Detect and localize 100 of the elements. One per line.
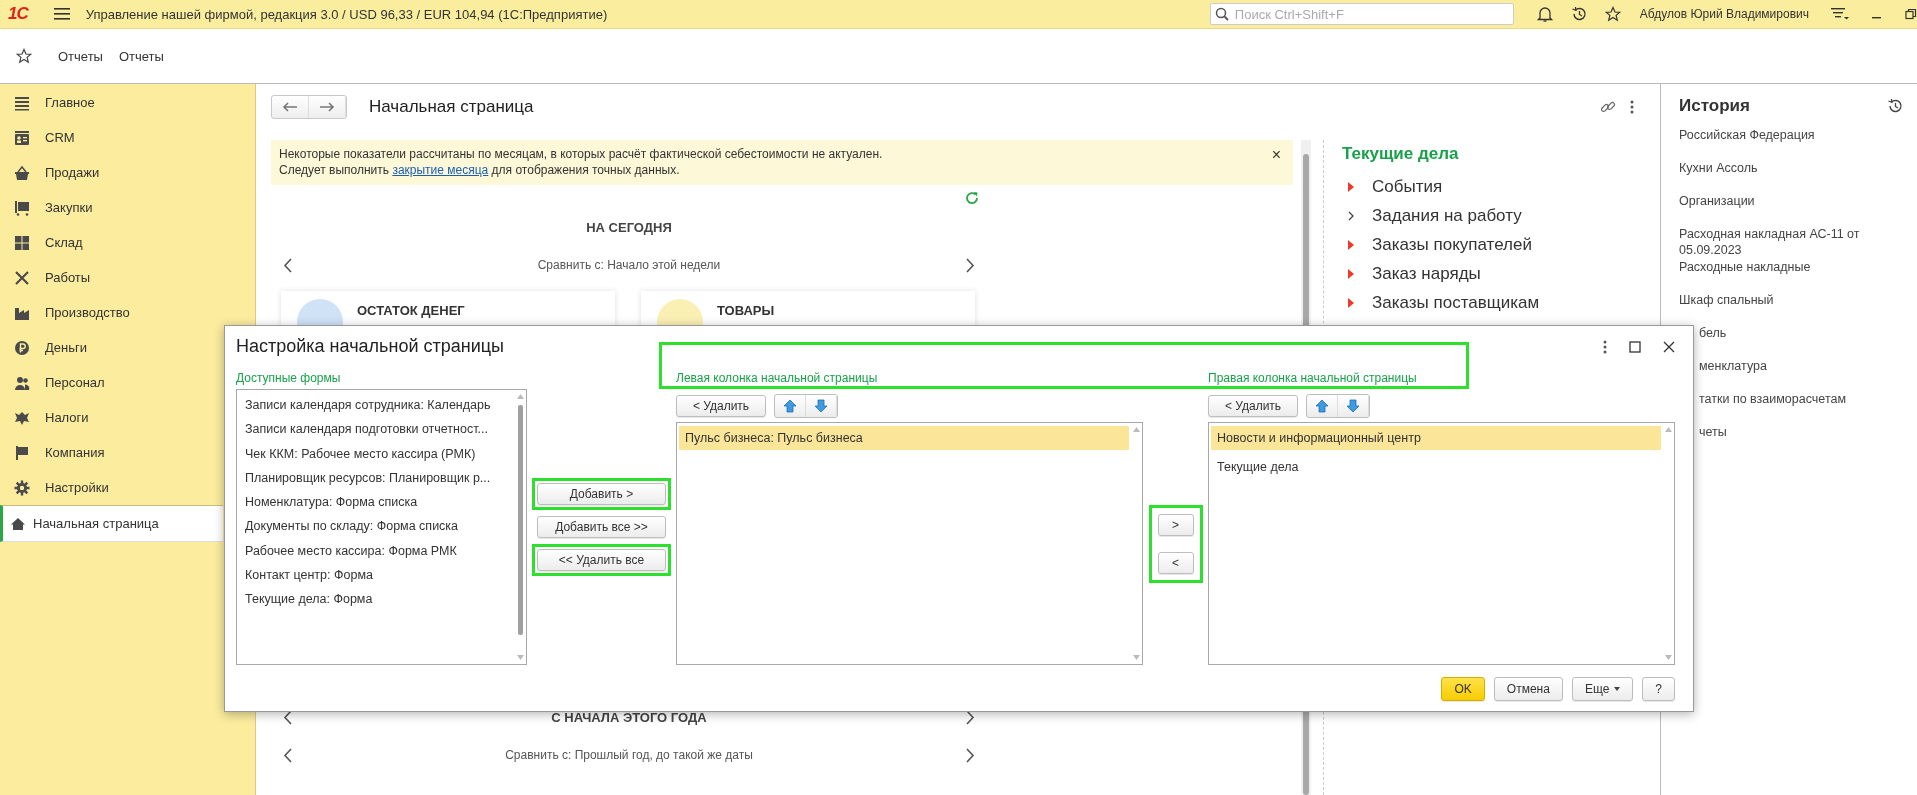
move-button[interactable]: > xyxy=(1157,513,1194,536)
list-item[interactable]: Новости и информационный центр xyxy=(1211,426,1661,450)
scroll-up-icon xyxy=(1665,427,1672,432)
maximize-icon[interactable] xyxy=(1629,340,1641,353)
section-heading: С НАЧАЛА ЭТОГО ГОДА xyxy=(550,709,708,725)
sidebar-item[interactable]: Склад xyxy=(0,225,255,260)
history-link[interactable]: Расходные накладные xyxy=(1679,259,1903,275)
emblem-icon xyxy=(14,409,30,426)
card-title: ОСТАТОК ДЕНЕГ xyxy=(357,303,465,318)
task-item[interactable]: Задания на работу xyxy=(1342,201,1540,230)
compare-text: Сравнить с: Прошлый год, до такой же даты xyxy=(504,748,754,762)
history-title: История xyxy=(1679,96,1750,116)
settings-lines-icon[interactable] xyxy=(1831,7,1849,21)
remove-button[interactable]: < Удалить xyxy=(676,394,766,417)
triangle-icon xyxy=(1347,296,1355,309)
lines-icon xyxy=(14,94,30,111)
basket-icon xyxy=(14,164,30,181)
action-button[interactable]: Добавить все >> xyxy=(537,516,666,538)
scroll-up-icon xyxy=(1133,427,1140,432)
section-heading: НА СЕГОДНЯ xyxy=(585,219,673,235)
column-label: Левая колонка начальной страницы xyxy=(676,370,879,387)
history-link[interactable]: Организации xyxy=(1679,193,1903,209)
sidebar-item[interactable]: Работы xyxy=(0,260,255,295)
footer-button[interactable]: OK xyxy=(1441,677,1485,701)
scroll-up-icon xyxy=(517,394,524,399)
history-link[interactable]: менклатура xyxy=(1699,358,1903,374)
triangle-icon xyxy=(1347,180,1355,193)
user-name[interactable]: Абдулов Юрий Владимирович xyxy=(1639,7,1809,21)
more-icon[interactable] xyxy=(1603,339,1607,354)
list-item[interactable]: Рабочее место кассира: Форма РМК xyxy=(239,538,513,564)
sidebar-item[interactable]: CRM xyxy=(0,120,255,155)
list-item[interactable]: Планировщик ресурсов: Планировщик р... xyxy=(239,465,513,491)
scroll-down-icon xyxy=(1665,655,1672,660)
search-field[interactable]: Поиск Ctrl+Shift+F xyxy=(1209,3,1514,25)
task-item[interactable]: Заказ наряды xyxy=(1342,259,1540,288)
triangle-icon xyxy=(1347,238,1355,251)
sidebar-item[interactable]: Главное xyxy=(0,85,255,120)
action-button[interactable]: Добавить > xyxy=(537,483,666,505)
list-item[interactable]: Записи календаря подготовки отчетност... xyxy=(239,417,513,442)
search-icon xyxy=(1214,7,1229,21)
chevron-left-icon[interactable] xyxy=(283,257,293,273)
more-icon[interactable] xyxy=(1630,99,1634,114)
sidebar-item[interactable]: Продажи xyxy=(0,155,255,190)
refresh-icon[interactable] xyxy=(965,191,979,205)
list-item[interactable]: Текущие дела xyxy=(1211,455,1661,479)
notice-text: Некоторые показатели рассчитаны по месяцам, в которых расчёт фактической себестоимости не актуален. xyxy=(279,146,884,162)
chevron-left-icon[interactable] xyxy=(283,747,293,763)
sidebar-item[interactable]: Закупки xyxy=(0,190,255,225)
list-item[interactable]: Контакт центр: Форма xyxy=(239,563,513,588)
footer-button[interactable]: Отмена xyxy=(1493,677,1563,701)
ruble-coin-icon xyxy=(14,339,30,356)
list-item[interactable]: Записи календаря сотрудника: Календарь xyxy=(239,393,513,418)
chevron-right-icon xyxy=(1347,209,1355,222)
move-button[interactable]: < xyxy=(1157,551,1194,574)
history-link[interactable]: Шкаф спальный xyxy=(1679,292,1903,308)
flag-icon xyxy=(14,444,30,461)
page-title: Начальная страница xyxy=(369,96,534,117)
history-link[interactable]: четы xyxy=(1699,424,1903,440)
toolbar-link[interactable]: Отчеты xyxy=(58,48,103,64)
id-card-icon xyxy=(14,129,30,146)
scroll-down-icon xyxy=(517,655,524,660)
sidebar-item[interactable]: Начальная страница xyxy=(0,505,223,542)
sidebar-item[interactable]: Производство xyxy=(0,295,255,330)
list-item[interactable]: Пульс бизнеса: Пульс бизнеса xyxy=(679,426,1129,450)
people-icon xyxy=(14,374,30,391)
history-icon[interactable] xyxy=(1570,6,1587,22)
star-icon[interactable] xyxy=(1604,6,1621,22)
card-title: ТОВАРЫ xyxy=(717,303,775,318)
grid-icon xyxy=(14,234,30,251)
task-item[interactable]: Заказы поставщикам xyxy=(1342,288,1540,317)
task-item[interactable]: Заказы покупателей xyxy=(1342,230,1540,259)
footer-button[interactable]: Еще xyxy=(1571,677,1634,701)
list-item[interactable]: Чек ККМ: Рабочее место кассира (РМК) xyxy=(239,441,513,466)
restore-icon[interactable] xyxy=(1905,8,1917,20)
cart-icon xyxy=(14,199,30,216)
caret-icon xyxy=(1614,687,1621,691)
footer-button[interactable]: ? xyxy=(1642,677,1675,701)
history-link[interactable]: Кухни Ассоль xyxy=(1679,160,1903,176)
history-link[interactable]: татки по взаиморасчетам xyxy=(1699,391,1903,407)
chevron-right-icon[interactable] xyxy=(965,257,975,273)
star-icon[interactable] xyxy=(16,48,32,64)
menu-icon[interactable] xyxy=(53,7,70,21)
chevron-right-icon[interactable] xyxy=(965,747,975,763)
history-icon[interactable] xyxy=(1887,98,1903,114)
history-link[interactable]: Расходная накладная АС-11 от 05.09.2023 xyxy=(1679,226,1903,258)
dialog-title: Настройка начальной страницы xyxy=(236,336,504,357)
list-item[interactable]: Номенклатура: Форма списка xyxy=(239,490,513,515)
history-link[interactable]: Российская Федерация xyxy=(1679,127,1903,143)
close-icon[interactable] xyxy=(1663,340,1675,353)
list-item[interactable]: Текущие дела: Форма xyxy=(239,587,513,612)
bell-icon[interactable] xyxy=(1536,6,1553,22)
list-item[interactable]: Документы по складу: Форма списка xyxy=(239,514,513,539)
history-link[interactable]: бель xyxy=(1699,325,1903,341)
task-item[interactable]: События xyxy=(1342,172,1540,201)
remove-button[interactable]: < Удалить xyxy=(1208,394,1298,417)
toolbar-link[interactable]: Отчеты xyxy=(118,48,164,64)
compare-text: Сравнить с: Начало этой недели xyxy=(536,258,722,272)
action-button[interactable]: << Удалить все xyxy=(537,549,666,571)
close-button[interactable]: × xyxy=(1267,146,1285,164)
month-close-link[interactable]: закрытие месяца xyxy=(392,163,489,177)
